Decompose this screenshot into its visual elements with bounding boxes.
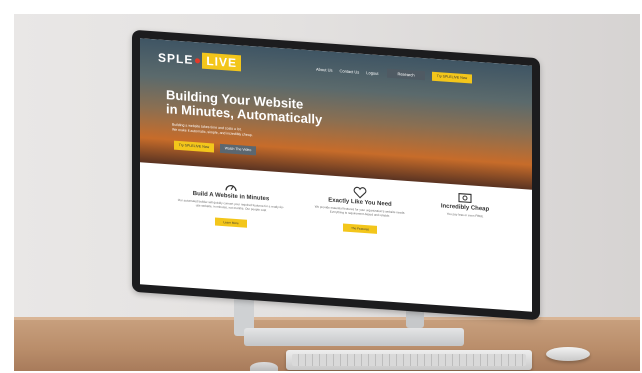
hero-title: Building Your Website in Minutes, Automa… xyxy=(166,87,346,129)
feature-exact: Exactly Like You Need We provide essenti… xyxy=(310,182,410,238)
monitor-base xyxy=(244,328,464,346)
site-nav: About Us Contact Us Logout xyxy=(316,67,378,76)
watch-video-button[interactable]: Watch The Video xyxy=(220,143,256,156)
nav-logout[interactable]: Logout xyxy=(366,70,378,76)
learn-more-button[interactable]: Learn More xyxy=(215,217,247,228)
heart-icon xyxy=(353,185,367,199)
site-logo[interactable]: SPLE LIVE xyxy=(158,50,242,72)
feature-build: Build A Website in Minutes Our automated… xyxy=(176,176,286,232)
try-now-button[interactable]: Try SPLELIVE Now xyxy=(174,140,214,153)
logo-text-left: SPLE xyxy=(158,50,194,68)
try-now-top-button[interactable]: Try SPLELIVE Now xyxy=(432,71,472,84)
feature-cheap: Incredibly Cheap You pay less or even FR… xyxy=(425,188,505,220)
monitor: SPLE LIVE About Us Contact Us Logout Res… xyxy=(132,29,540,321)
desk-edge xyxy=(14,317,640,320)
nav-about[interactable]: About Us xyxy=(316,67,332,73)
logo-dot-icon xyxy=(195,57,201,64)
hero-section: SPLE LIVE About Us Contact Us Logout Res… xyxy=(140,38,532,190)
nav-contact[interactable]: Contact Us xyxy=(339,68,359,74)
research-button[interactable]: Research xyxy=(387,68,425,81)
surface-dial xyxy=(250,362,278,371)
hero-subtitle: Building a website takes time and costs … xyxy=(172,123,292,141)
monitor-screen: SPLE LIVE About Us Contact Us Logout Res… xyxy=(140,38,532,312)
mouse xyxy=(546,347,590,361)
photo-scene: SPLE LIVE About Us Contact Us Logout Res… xyxy=(14,14,640,371)
money-icon xyxy=(458,191,472,204)
keyboard xyxy=(286,350,532,370)
logo-text-right: LIVE xyxy=(202,52,242,72)
gauge-icon xyxy=(224,179,238,192)
features-button[interactable]: The Features xyxy=(343,223,377,234)
